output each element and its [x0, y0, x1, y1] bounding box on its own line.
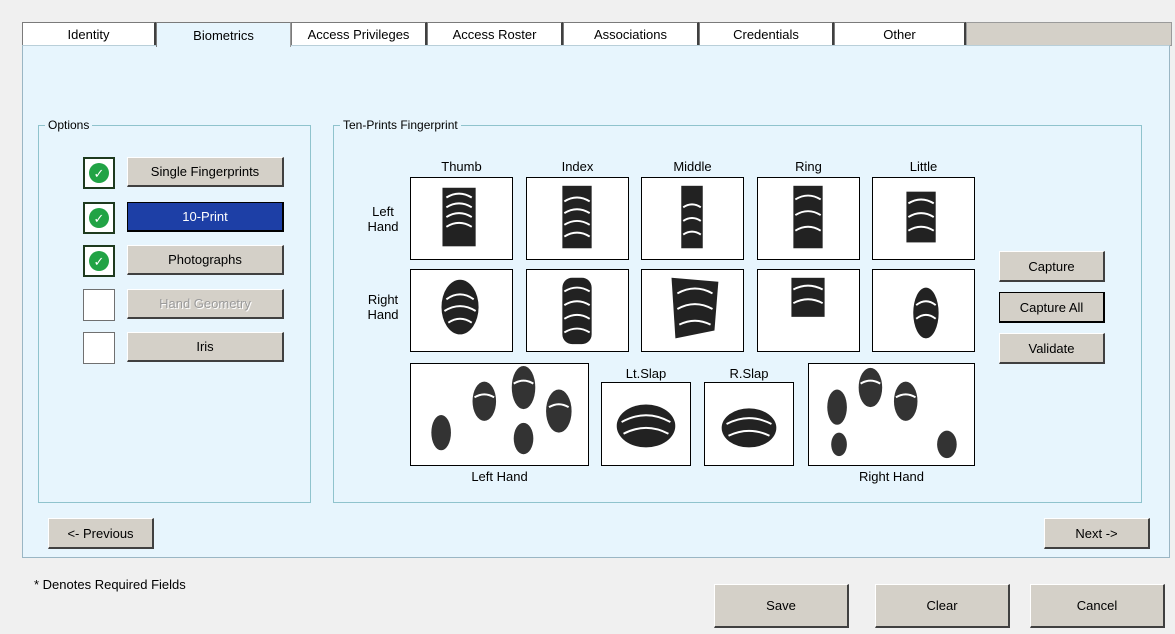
- left-middle-print[interactable]: [641, 177, 744, 260]
- left-index-print[interactable]: [526, 177, 629, 260]
- r-slap-print[interactable]: [704, 382, 794, 466]
- cancel-button[interactable]: Cancel: [1030, 584, 1165, 628]
- row-label-right-hand: Right Hand: [367, 292, 399, 322]
- right-index-print[interactable]: [526, 269, 629, 352]
- single-fingerprints-button[interactable]: Single Fingerprints: [127, 157, 284, 187]
- fingerprint-image: [906, 191, 936, 243]
- photographs-button[interactable]: Photographs: [127, 245, 284, 275]
- checkmark-icon: ✓: [89, 251, 109, 271]
- right-ring-print[interactable]: [757, 269, 860, 352]
- r-slap-label: R.Slap: [729, 366, 769, 381]
- fingerprint-image: [791, 277, 825, 317]
- tab-associations[interactable]: Associations: [563, 22, 699, 46]
- tab-biometrics[interactable]: Biometrics: [156, 22, 291, 47]
- fingerprint-image: [681, 185, 703, 249]
- fingerprint-image: [721, 408, 777, 448]
- right-hand-slap-print[interactable]: [808, 363, 975, 466]
- fingerprint-image: [431, 365, 572, 455]
- left-thumb-print[interactable]: [410, 177, 513, 260]
- lt-slap-print[interactable]: [601, 382, 691, 466]
- tab-identity[interactable]: Identity: [22, 22, 156, 46]
- hand-geometry-checkbox[interactable]: [83, 289, 115, 321]
- save-button[interactable]: Save: [714, 584, 849, 628]
- tab-access-roster[interactable]: Access Roster: [427, 22, 563, 46]
- required-fields-note: * Denotes Required Fields: [34, 577, 186, 592]
- fingerprint-image: [913, 287, 939, 339]
- next-button[interactable]: Next ->: [1044, 518, 1150, 549]
- clear-button[interactable]: Clear: [875, 584, 1010, 628]
- biometrics-panel: Options ✓ Single Fingerprints ✓ 10-Print…: [22, 45, 1170, 558]
- tab-access-roster-label: Access Roster: [452, 27, 537, 42]
- capture-all-button[interactable]: Capture All: [999, 292, 1105, 323]
- previous-button[interactable]: <- Previous: [48, 518, 154, 549]
- tab-credentials-label: Credentials: [733, 27, 799, 42]
- fingerprint-image: [562, 185, 592, 249]
- finger-header-index: Index: [561, 159, 594, 174]
- fingerprint-image: [442, 187, 476, 247]
- ten-print-button[interactable]: 10-Print: [127, 202, 284, 232]
- tab-associations-label: Associations: [594, 27, 667, 42]
- left-ring-print[interactable]: [757, 177, 860, 260]
- validate-button[interactable]: Validate: [999, 333, 1105, 364]
- left-little-print[interactable]: [872, 177, 975, 260]
- fingerprint-image: [441, 279, 479, 335]
- hand-geometry-button: Hand Geometry: [127, 289, 284, 319]
- iris-checkbox[interactable]: [83, 332, 115, 364]
- finger-header-thumb: Thumb: [441, 159, 482, 174]
- tab-biometrics-label: Biometrics: [193, 27, 254, 43]
- tab-other-label: Other: [883, 27, 916, 42]
- fingerprint-image: [671, 277, 719, 339]
- ten-print-checkbox[interactable]: ✓: [83, 202, 115, 234]
- left-hand-slap-label: Left Hand: [471, 469, 528, 484]
- right-little-print[interactable]: [872, 269, 975, 352]
- tab-bar: Identity Biometrics Access Privileges Ac…: [22, 22, 1172, 47]
- capture-button[interactable]: Capture: [999, 251, 1105, 282]
- lt-slap-label: Lt.Slap: [625, 366, 667, 381]
- tab-bar-filler: [966, 22, 1172, 46]
- tab-other[interactable]: Other: [834, 22, 966, 46]
- finger-header-middle: Middle: [673, 159, 712, 174]
- finger-header-ring: Ring: [795, 159, 822, 174]
- right-thumb-print[interactable]: [410, 269, 513, 352]
- row-label-left-hand: Left Hand: [367, 204, 399, 234]
- photographs-checkbox[interactable]: ✓: [83, 245, 115, 277]
- fingerprint-image: [562, 277, 592, 345]
- checkmark-icon: ✓: [89, 208, 109, 228]
- fingerprint-image: [827, 367, 957, 459]
- tab-identity-label: Identity: [67, 27, 110, 42]
- fingerprint-image: [616, 404, 676, 448]
- finger-header-little: Little: [909, 159, 938, 174]
- right-hand-slap-label: Right Hand: [858, 469, 925, 484]
- right-middle-print[interactable]: [641, 269, 744, 352]
- options-legend: Options: [48, 118, 90, 132]
- fingerprint-image: [793, 185, 823, 249]
- tab-credentials[interactable]: Credentials: [699, 22, 834, 46]
- iris-button[interactable]: Iris: [127, 332, 284, 362]
- ten-prints-legend: Ten-Prints Fingerprint: [343, 118, 458, 132]
- tab-access-privileges-label: Access Privileges: [307, 27, 410, 42]
- checkmark-icon: ✓: [89, 163, 109, 183]
- left-hand-slap-print[interactable]: [410, 363, 589, 466]
- single-fingerprints-checkbox[interactable]: ✓: [83, 157, 115, 189]
- tab-access-privileges[interactable]: Access Privileges: [291, 22, 427, 46]
